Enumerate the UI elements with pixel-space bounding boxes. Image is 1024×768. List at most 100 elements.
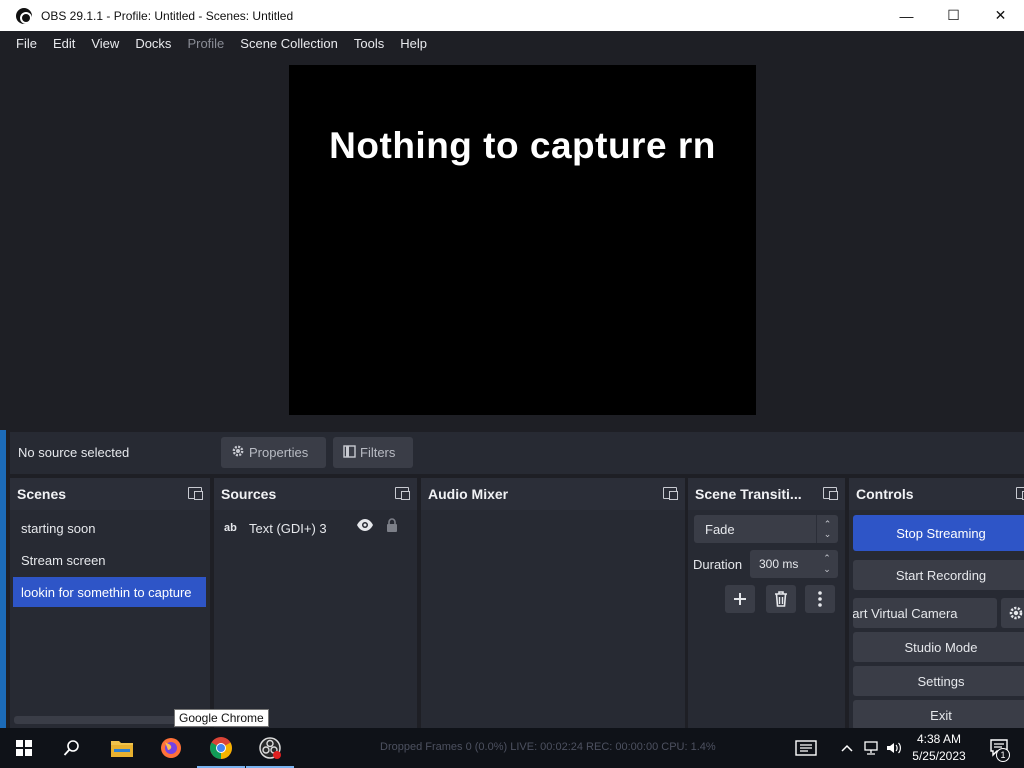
audio-mixer-body bbox=[421, 510, 685, 756]
text-source-icon: ab bbox=[224, 522, 237, 534]
filter-icon bbox=[343, 444, 356, 461]
firefox-button[interactable] bbox=[147, 728, 195, 768]
scene-transitions-dock: Scene Transiti... Fade ⌃ ⌄ Duration 300 m… bbox=[688, 478, 845, 728]
kebab-menu-icon bbox=[818, 591, 822, 607]
float-dock-icon[interactable] bbox=[1016, 487, 1024, 500]
menu-help[interactable]: Help bbox=[392, 36, 435, 51]
transition-value: Fade bbox=[705, 521, 735, 537]
sources-list: ab Text (GDI+) 3 bbox=[214, 510, 417, 756]
horizontal-scrollbar[interactable] bbox=[14, 716, 199, 724]
network-icon[interactable] bbox=[860, 728, 882, 768]
exit-button[interactable]: Exit bbox=[853, 700, 1024, 730]
chrome-tooltip: Google Chrome bbox=[174, 709, 269, 727]
windows-logo-icon bbox=[16, 740, 32, 756]
duration-value: 300 ms bbox=[759, 557, 799, 571]
file-explorer-button[interactable] bbox=[98, 728, 146, 768]
add-transition-button[interactable] bbox=[725, 585, 755, 613]
trash-icon bbox=[775, 591, 787, 607]
menu-scene-collection[interactable]: Scene Collection bbox=[232, 36, 346, 51]
scene-item-selected[interactable]: lookin for somethin to capture bbox=[13, 577, 206, 607]
menu-view[interactable]: View bbox=[83, 36, 127, 51]
taskbar-view-icon[interactable] bbox=[786, 728, 826, 768]
sources-title: Sources bbox=[221, 486, 277, 502]
menu-file[interactable]: File bbox=[8, 36, 45, 51]
filters-label: Filters bbox=[360, 445, 396, 460]
obs-status-bar: Dropped Frames 0 (0.0%) LIVE: 00:02:24 R… bbox=[380, 741, 716, 753]
properties-button[interactable]: Properties bbox=[221, 437, 326, 468]
scenes-dock-header: Scenes bbox=[10, 478, 210, 510]
firefox-icon bbox=[161, 738, 181, 758]
chrome-button[interactable] bbox=[197, 728, 245, 768]
clock[interactable]: 4:38 AM 5/25/2023 bbox=[906, 731, 972, 765]
transitions-dock-header: Scene Transiti... bbox=[688, 478, 845, 510]
audio-mixer-title: Audio Mixer bbox=[428, 486, 509, 502]
virtual-camera-settings-button[interactable] bbox=[1001, 598, 1024, 628]
preview-text: Nothing to capture rn bbox=[329, 125, 716, 166]
menu-tools[interactable]: Tools bbox=[346, 36, 392, 51]
start-button[interactable] bbox=[0, 728, 48, 768]
stop-streaming-button[interactable]: Stop Streaming bbox=[853, 515, 1024, 551]
select-arrows-icon: ⌃ ⌄ bbox=[816, 515, 838, 543]
obs-app-icon bbox=[16, 7, 32, 24]
maximize-button[interactable]: ☐ bbox=[930, 0, 977, 31]
source-label: Text (GDI+) 3 bbox=[249, 520, 327, 536]
sources-dock-header: Sources bbox=[214, 478, 417, 510]
source-item[interactable]: ab Text (GDI+) 3 bbox=[224, 517, 409, 539]
clock-time: 4:38 AM bbox=[916, 732, 962, 746]
visibility-eye-icon[interactable] bbox=[356, 518, 374, 535]
chrome-icon bbox=[210, 737, 232, 759]
title-bar: OBS 29.1.1 - Profile: Untitled - Scenes:… bbox=[0, 0, 1024, 31]
sources-dock: Sources ab Text (GDI+) 3 bbox=[214, 478, 417, 756]
source-status: No source selected bbox=[18, 445, 130, 460]
float-dock-icon[interactable] bbox=[395, 487, 410, 500]
filters-button[interactable]: Filters bbox=[333, 437, 413, 468]
remove-transition-button[interactable] bbox=[766, 585, 796, 613]
menu-profile[interactable]: Profile bbox=[179, 36, 232, 51]
taskbar: Dropped Frames 0 (0.0%) LIVE: 00:02:24 R… bbox=[0, 728, 1024, 768]
chevron-up-icon[interactable] bbox=[836, 728, 858, 768]
menu-edit[interactable]: Edit bbox=[45, 36, 83, 51]
minimize-button[interactable]: — bbox=[883, 0, 930, 31]
volume-icon[interactable] bbox=[883, 728, 905, 768]
scenes-dock: Scenes starting soon Stream screen looki… bbox=[10, 478, 210, 756]
controls-dock-header: Controls bbox=[849, 478, 1024, 510]
obs-icon bbox=[259, 737, 281, 759]
transition-select[interactable]: Fade ⌃ ⌄ bbox=[694, 515, 838, 543]
float-dock-icon[interactable] bbox=[188, 487, 203, 500]
close-button[interactable]: ✕ bbox=[977, 0, 1024, 31]
scenes-title: Scenes bbox=[17, 486, 67, 502]
start-virtual-camera-button[interactable]: Start Virtual Camera bbox=[853, 598, 997, 628]
plus-icon bbox=[734, 593, 746, 605]
folder-icon bbox=[111, 741, 133, 757]
scene-item[interactable]: starting soon bbox=[13, 513, 206, 543]
window-controls: — ☐ ✕ bbox=[883, 0, 1024, 31]
transition-menu-button[interactable] bbox=[805, 585, 835, 613]
notification-center-button[interactable]: 1 bbox=[976, 728, 1024, 768]
preview-canvas[interactable]: Nothing to capture rn bbox=[289, 65, 756, 415]
duration-label: Duration bbox=[693, 557, 743, 572]
start-recording-button[interactable]: Start Recording bbox=[853, 560, 1024, 590]
clock-date: 5/25/2023 bbox=[912, 749, 966, 763]
menu-docks[interactable]: Docks bbox=[127, 36, 179, 51]
gear-icon bbox=[231, 444, 245, 461]
float-dock-icon[interactable] bbox=[823, 487, 838, 500]
virtual-camera-label: Start Virtual Camera bbox=[853, 605, 958, 621]
spinner-arrows-icon[interactable]: ⌃ ⌄ bbox=[820, 552, 834, 576]
preview-area[interactable]: Nothing to capture rn bbox=[0, 56, 1024, 430]
search-icon bbox=[63, 740, 79, 756]
menu-bar: File Edit View Docks Profile Scene Colle… bbox=[0, 31, 1024, 56]
settings-button[interactable]: Settings bbox=[853, 666, 1024, 696]
search-button[interactable] bbox=[48, 728, 96, 768]
audio-mixer-dock: Audio Mixer bbox=[421, 478, 685, 756]
duration-input[interactable]: 300 ms ⌃ ⌄ bbox=[750, 550, 838, 578]
transitions-title: Scene Transiti... bbox=[695, 486, 802, 502]
studio-mode-button[interactable]: Studio Mode bbox=[853, 632, 1024, 662]
notification-badge: 1 bbox=[996, 748, 1010, 762]
properties-label: Properties bbox=[249, 445, 309, 460]
float-dock-icon[interactable] bbox=[663, 487, 678, 500]
scene-item[interactable]: Stream screen bbox=[13, 545, 206, 575]
obs-taskbar-button[interactable] bbox=[246, 728, 294, 768]
context-bar: No source selected Properties Filters bbox=[10, 432, 1024, 474]
lock-icon[interactable] bbox=[386, 518, 398, 536]
scenes-list: starting soon Stream screen lookin for s… bbox=[10, 510, 210, 756]
